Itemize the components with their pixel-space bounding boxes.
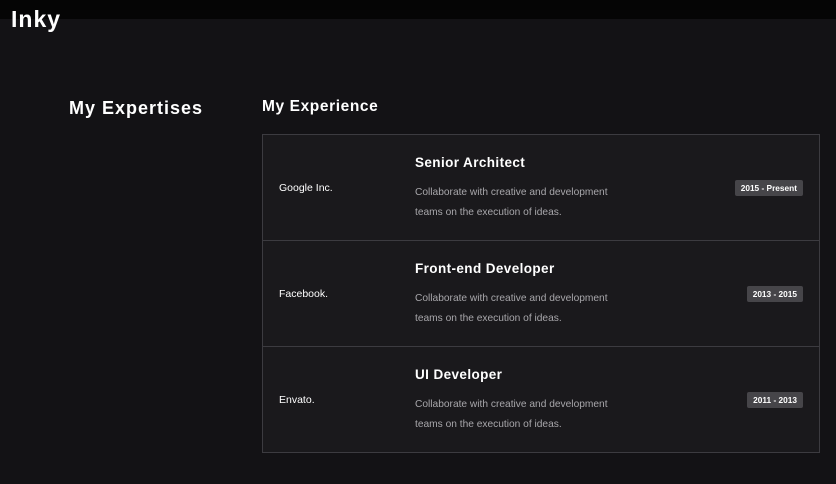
period-badge: 2013 - 2015 (746, 286, 803, 302)
experience-title: My Experience (262, 98, 379, 115)
role-description: Collaborate with creative and developmen… (415, 187, 608, 218)
experience-item-envato: Envato. UI Developer Collaborate with cr… (263, 346, 819, 452)
expertises-title: My Expertises (69, 98, 204, 118)
role-title: Senior Architect (415, 155, 526, 170)
period-badge: 2011 - 2013 (747, 392, 803, 408)
company-name: Google Inc. (279, 182, 333, 194)
role-description: Collaborate with creative and developmen… (415, 399, 608, 430)
period-badge: 2015 - Present (734, 180, 803, 196)
brand-logo[interactable]: Inky (11, 5, 61, 33)
company-name: Facebook. (279, 288, 329, 300)
role-title: Front-end Developer (415, 261, 555, 276)
experience-item-google: Google Inc. Senior Architect Collaborate… (263, 135, 819, 240)
experience-item-facebook: Facebook. Front-end Developer Collaborat… (263, 240, 819, 346)
top-bar (0, 0, 836, 19)
role-description: Collaborate with creative and developmen… (415, 293, 608, 324)
experience-list: Google Inc. Senior Architect Collaborate… (262, 134, 820, 453)
company-name: Envato. (279, 394, 315, 406)
role-title: UI Developer (415, 367, 503, 382)
